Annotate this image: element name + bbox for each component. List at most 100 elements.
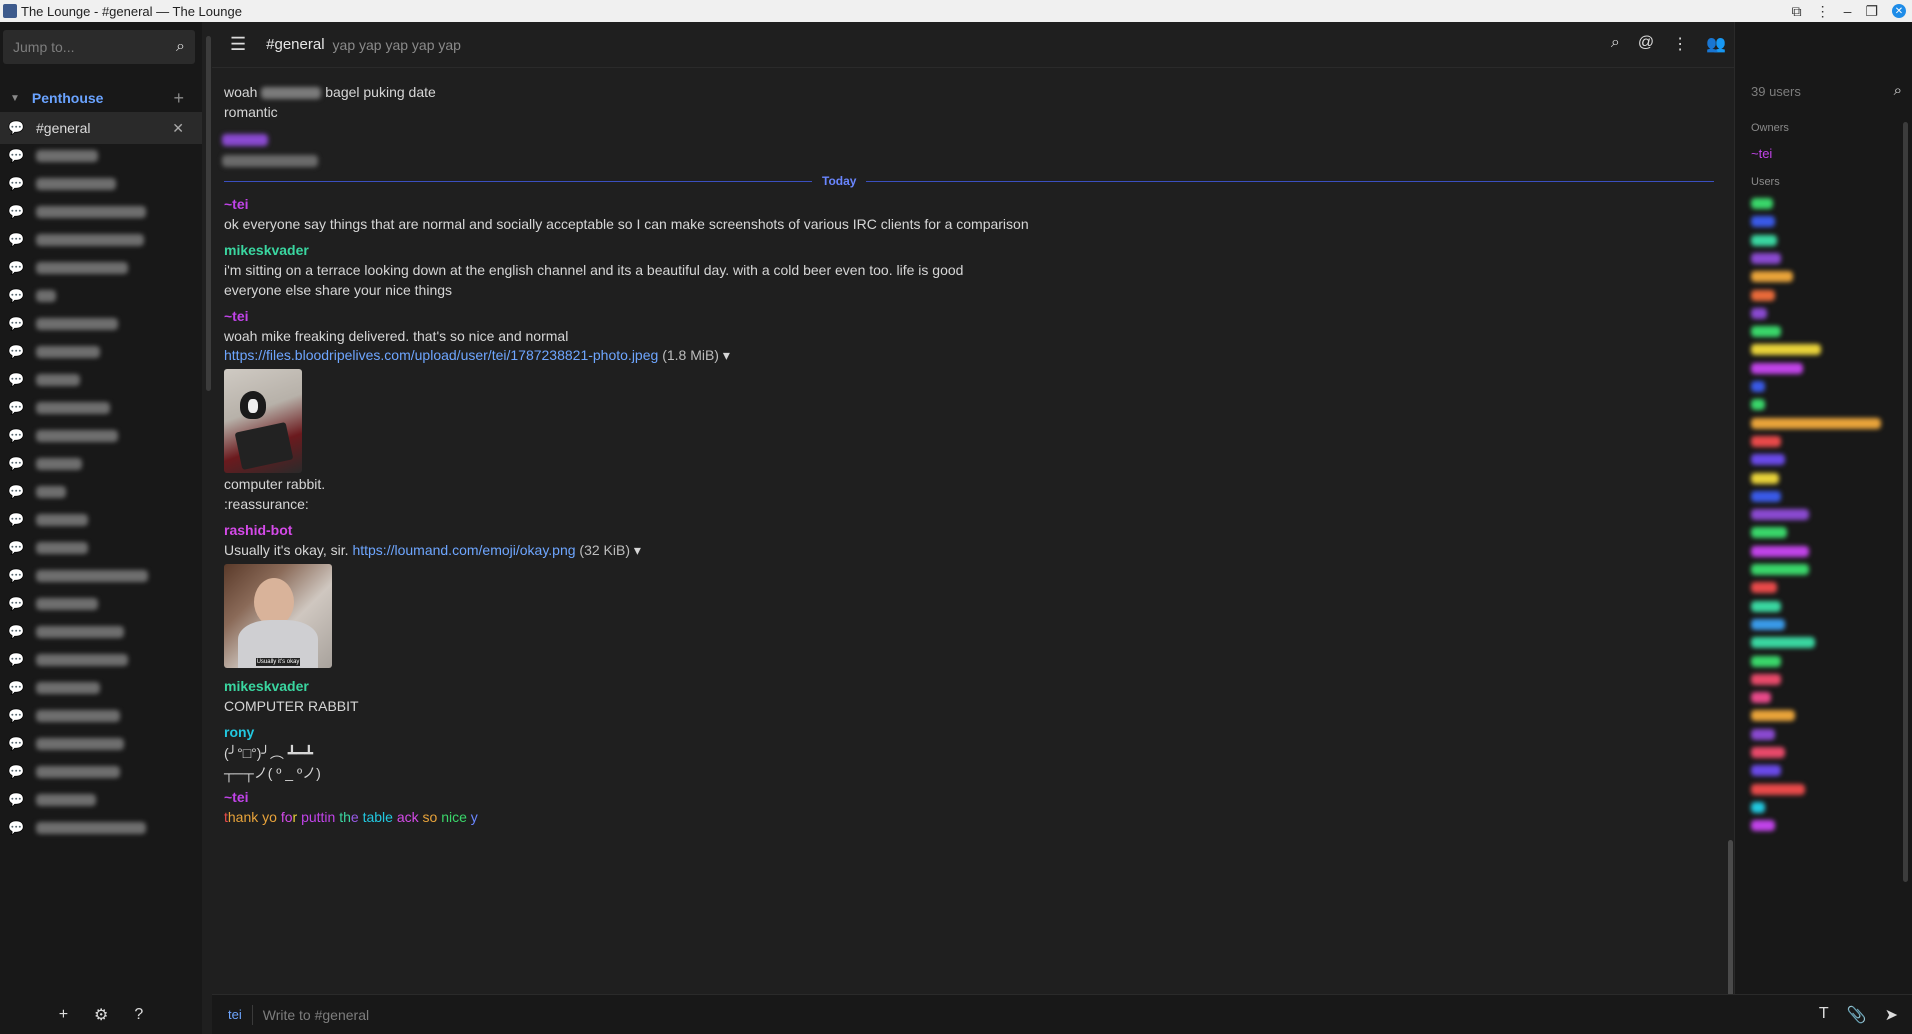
message-input[interactable]: Write to #general	[263, 1007, 369, 1023]
kebab-menu-icon[interactable]: ⋮	[1816, 3, 1830, 20]
user-list-item[interactable]	[1751, 582, 1777, 594]
user-list-item[interactable]	[1751, 198, 1773, 209]
close-icon[interactable]: ✕	[1892, 4, 1906, 18]
message-link[interactable]: https://loumand.com/emoji/okay.png	[352, 542, 575, 558]
message-nick[interactable]: ~tei	[224, 196, 249, 212]
chat-bubbles-icon: 💬	[8, 540, 25, 555]
user-owner[interactable]: ~tei	[1751, 146, 1772, 161]
user-list-item[interactable]	[1751, 234, 1777, 246]
chevron-down-icon[interactable]: ▼	[10, 93, 20, 104]
user-list-item[interactable]	[1751, 326, 1781, 338]
file-size: (1.8 MiB)	[662, 347, 719, 363]
user-list-item[interactable]	[1751, 673, 1781, 685]
sidebar-channel-item[interactable]: 💬	[0, 812, 202, 844]
message-link[interactable]: https://files.bloodripelives.com/upload/…	[224, 347, 658, 363]
join-channel-icon[interactable]: +	[173, 88, 184, 109]
rainbow-segment: y	[466, 809, 478, 825]
image-preview-okay[interactable]: Usually it's okay	[224, 564, 332, 668]
attach-icon[interactable]: 📎	[1847, 1005, 1867, 1025]
day-divider	[224, 181, 1714, 182]
user-list-item[interactable]	[1751, 747, 1785, 758]
menu-icon[interactable]: ☰	[230, 34, 246, 55]
message-nick[interactable]: rony	[224, 724, 254, 740]
send-icon[interactable]: ➤	[1885, 1005, 1898, 1025]
jump-to-input[interactable]: Jump to... ⌕	[3, 30, 195, 64]
message-line: romantic	[224, 104, 278, 120]
redacted-channel-name	[36, 374, 80, 386]
chat-bubbles-icon: 💬	[8, 708, 25, 723]
close-channel-icon[interactable]: ✕	[172, 120, 184, 137]
user-list-item[interactable]	[1751, 252, 1781, 264]
user-list-item[interactable]	[1751, 600, 1781, 612]
user-list-item[interactable]	[1751, 765, 1781, 777]
user-list-item[interactable]	[1751, 783, 1805, 795]
gear-icon[interactable]: ⚙	[94, 1005, 108, 1025]
user-list-item[interactable]	[1751, 545, 1809, 557]
redacted-channel-name	[36, 430, 118, 442]
help-icon[interactable]: ?	[134, 1006, 143, 1024]
user-list-item[interactable]	[1751, 271, 1793, 283]
text-format-icon[interactable]: T	[1819, 1005, 1829, 1025]
restore-icon[interactable]: ❐	[1865, 3, 1878, 20]
redacted-channel-name	[36, 206, 146, 218]
message-nick[interactable]: mikeskvader	[224, 242, 309, 258]
rainbow-segment: nice	[437, 809, 467, 825]
user-list-item[interactable]	[1751, 307, 1767, 319]
minimize-icon[interactable]: –	[1844, 3, 1852, 19]
user-list-item[interactable]	[1751, 618, 1785, 630]
user-list-item[interactable]	[1751, 527, 1787, 539]
users-icon[interactable]: 👥	[1706, 34, 1726, 54]
sidebar-scrollbar[interactable]	[206, 36, 211, 391]
extension-icon[interactable]: ⧉	[1792, 3, 1802, 20]
redacted-channel-name	[36, 822, 146, 834]
scrollbar-thumb[interactable]	[1728, 840, 1733, 1002]
redacted-channel-name	[36, 626, 124, 638]
message-nick[interactable]: ~tei	[224, 789, 249, 805]
divider	[251, 1004, 253, 1025]
chat-scrollbar[interactable]	[1728, 102, 1733, 1002]
user-list-item[interactable]	[1751, 509, 1809, 521]
user-list-item[interactable]	[1751, 490, 1781, 502]
rainbow-message: thank yo for puttin the table ack so nic…	[224, 809, 478, 825]
user-list-item[interactable]	[1751, 564, 1809, 575]
message-nick[interactable]: ~tei	[224, 308, 249, 324]
user-list-item[interactable]	[1751, 417, 1881, 429]
user-list-item[interactable]	[1751, 435, 1781, 447]
mentions-icon[interactable]: @	[1638, 34, 1654, 54]
redacted-channel-name	[36, 150, 98, 162]
user-list-item[interactable]	[1751, 637, 1815, 649]
user-list-item[interactable]	[1751, 344, 1821, 356]
user-list-item[interactable]	[1751, 472, 1779, 484]
user-list-item[interactable]	[1751, 289, 1775, 301]
user-list-scrollbar[interactable]	[1903, 122, 1908, 882]
search-icon[interactable]: ⌕	[1611, 34, 1620, 54]
user-list-item[interactable]	[1751, 362, 1803, 374]
user-list-item[interactable]	[1751, 399, 1765, 411]
kebab-menu-icon[interactable]: ⋮	[1672, 34, 1688, 54]
message-text: ┬─┬ノ( º _ ºノ)	[224, 765, 321, 781]
expand-preview-icon[interactable]: ▾	[723, 347, 730, 363]
search-icon[interactable]: ⌕	[1894, 82, 1902, 99]
user-list-item[interactable]	[1751, 820, 1775, 832]
user-list-item[interactable]	[1751, 655, 1781, 667]
user-list-item[interactable]	[1751, 692, 1771, 704]
rainbow-segment: fo	[276, 809, 293, 825]
message-nick[interactable]: rashid-bot	[224, 522, 292, 538]
user-list-item[interactable]	[1751, 728, 1775, 740]
user-list-item[interactable]	[1751, 216, 1775, 228]
search-icon[interactable]: ⌕	[176, 38, 185, 56]
redacted-nick	[222, 134, 268, 146]
expand-preview-icon[interactable]: ▾	[634, 542, 641, 558]
user-list-item[interactable]	[1751, 710, 1795, 722]
network-penthouse[interactable]: ▼ Penthouse +	[0, 82, 202, 114]
message-line: Usually it's okay, sir. https://loumand.…	[224, 542, 641, 559]
redacted-channel-name	[36, 486, 66, 498]
redacted-channel-name	[36, 570, 148, 582]
add-network-icon[interactable]: +	[59, 1006, 68, 1024]
user-list-item[interactable]	[1751, 801, 1765, 813]
user-list-item[interactable]	[1751, 381, 1765, 392]
image-preview-rabbit[interactable]	[224, 369, 302, 473]
user-list-item[interactable]	[1751, 454, 1785, 466]
own-nick[interactable]: tei	[228, 1007, 242, 1022]
message-nick[interactable]: mikeskvader	[224, 678, 309, 694]
